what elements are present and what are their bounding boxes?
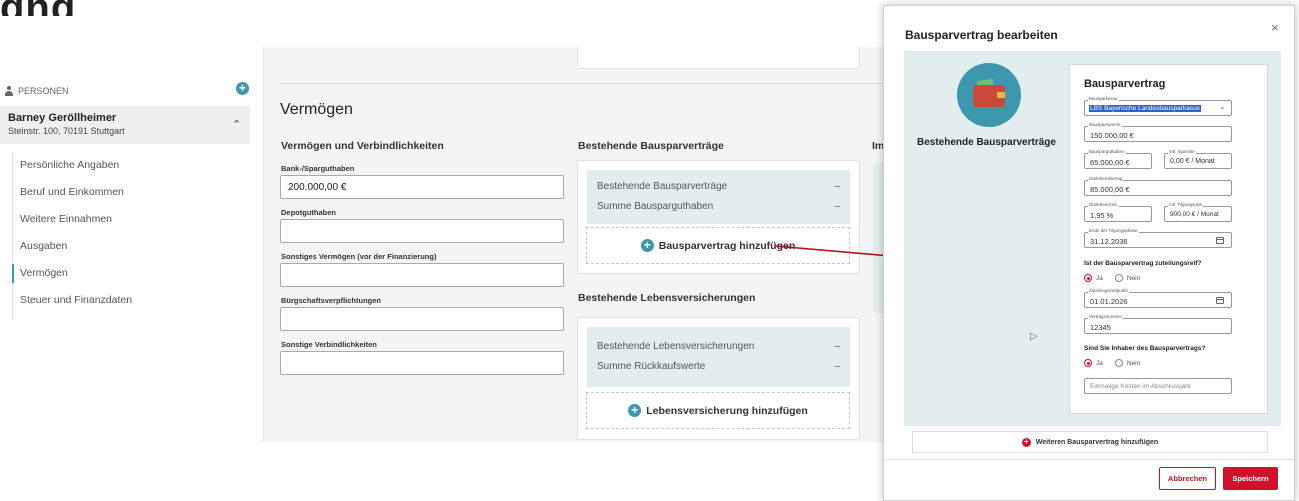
field-value: 65.000,00 € xyxy=(1090,158,1130,167)
field-label: Bausparsumme xyxy=(1088,122,1122,128)
modal-bausparvertrag: Bausparvertrag bearbeiten × Bestehende B… xyxy=(883,5,1295,501)
field-placeholder: Einmalige Kosten im Abschlussjahr xyxy=(1090,383,1192,390)
radio-ja[interactable] xyxy=(1084,274,1092,282)
bauspar-form: Bausparvertrag Bausparkasse LBS Bayerisc… xyxy=(1069,64,1268,414)
save-button[interactable]: Speichern xyxy=(1223,467,1278,490)
calendar-icon[interactable] xyxy=(1216,297,1224,304)
add-weiteren-bausparvertrag-button[interactable]: + Weiteren Bausparvertrag hinzufügen xyxy=(912,431,1268,453)
field-label: Darlehensbetrag xyxy=(1088,176,1124,182)
field-value: 900,00 € / Monat xyxy=(1170,211,1219,218)
radio-group-inhaber: Ja Nein xyxy=(1084,359,1140,367)
radio-label: Nein xyxy=(1126,359,1141,367)
bausparguthaben-input[interactable]: Bausparguthaben 65.000,00 € xyxy=(1084,149,1152,169)
field-value: 150.000,00 € xyxy=(1090,131,1134,140)
field-label: Ende der Tilgungsphase xyxy=(1088,228,1139,234)
field-value: 0,00 € / Monat xyxy=(1170,158,1215,165)
modal-footer-divider xyxy=(884,459,1294,460)
vertragsnummer-input[interactable]: Vertragsnummer 12345 xyxy=(1084,314,1232,334)
radio-ja[interactable] xyxy=(1084,359,1092,367)
question-inhaber: Sind Sie Inhaber des Bausparvertrags? xyxy=(1084,345,1206,352)
plus-circle-icon: + xyxy=(1021,437,1031,447)
wallet-icon xyxy=(957,63,1021,127)
field-label: Darlehenszins xyxy=(1088,202,1119,208)
field-label: Bausparguthaben xyxy=(1088,149,1126,155)
field-label: mtl. Tilgungsrate xyxy=(1168,202,1204,208)
sparrate-input[interactable]: mtl. Sparrate 0,00 € / Monat xyxy=(1164,149,1232,169)
radio-nein[interactable] xyxy=(1114,359,1123,367)
wallet-clasp xyxy=(997,92,1005,98)
question-zuteilungsreif: Ist der Bausparvertrag zuteilungsreif? xyxy=(1084,260,1202,267)
field-label: Zuteilungszeitpunkt xyxy=(1088,288,1129,294)
radio-label: Nein xyxy=(1126,274,1141,282)
bausparsumme-input[interactable]: Bausparsumme 150.000,00 € xyxy=(1084,122,1232,142)
tilgungsrate-input[interactable]: mtl. Tilgungsrate 900,00 € / Monat xyxy=(1164,202,1232,222)
radio-nein[interactable] xyxy=(1114,274,1123,282)
form-title: Bausparvertrag xyxy=(1084,78,1166,90)
calendar-icon[interactable] xyxy=(1216,237,1224,244)
cancel-button[interactable]: Abbrechen xyxy=(1159,467,1216,490)
field-label: Vertragsnummer xyxy=(1088,314,1124,320)
radio-group-zuteilungsreif: Ja Nein xyxy=(1084,274,1140,282)
field-label: mtl. Sparrate xyxy=(1168,149,1196,155)
field-value: 01.01.2026 xyxy=(1090,297,1128,306)
field-value: LBS Bayerische Landesbausparkasse xyxy=(1089,105,1201,112)
darlehenszins-input[interactable]: Darlehenszins 1,95 % xyxy=(1084,202,1152,222)
einmalige-kosten-input[interactable]: Einmalige Kosten im Abschlussjahr xyxy=(1084,378,1232,394)
field-label: Bausparkasse xyxy=(1088,96,1119,102)
bausparkasse-select[interactable]: Bausparkasse LBS Bayerische Landesbauspa… xyxy=(1084,96,1232,116)
ende-tilgungsphase-input[interactable]: Ende der Tilgungsphase 31.12.2036 xyxy=(1084,228,1232,248)
modal-body: Bestehende Bausparverträge Bausparvertra… xyxy=(904,51,1281,426)
add-weiteren-label: Weiteren Bausparvertrag hinzufügen xyxy=(1035,438,1159,446)
field-value: 12345 xyxy=(1090,323,1111,332)
modal-left-label: Bestehende Bausparverträge xyxy=(917,137,1056,148)
field-value: 85.000,00 € xyxy=(1090,185,1130,194)
modal-title: Bausparvertrag bearbeiten xyxy=(905,28,1058,42)
mouse-cursor-icon: ▷ xyxy=(1030,331,1038,342)
darlehensbetrag-input[interactable]: Darlehensbetrag 85.000,00 € xyxy=(1084,176,1232,196)
radio-label: Ja xyxy=(1096,359,1103,367)
chevron-down-icon[interactable]: ⌄ xyxy=(1219,103,1225,111)
zuteilungszeitpunkt-input[interactable]: Zuteilungszeitpunkt 01.01.2026 xyxy=(1084,288,1232,308)
radio-label: Ja xyxy=(1096,274,1103,282)
field-value: 1,95 % xyxy=(1090,211,1114,220)
field-value: 31.12.2036 xyxy=(1090,237,1128,246)
close-icon[interactable]: × xyxy=(1271,20,1279,35)
